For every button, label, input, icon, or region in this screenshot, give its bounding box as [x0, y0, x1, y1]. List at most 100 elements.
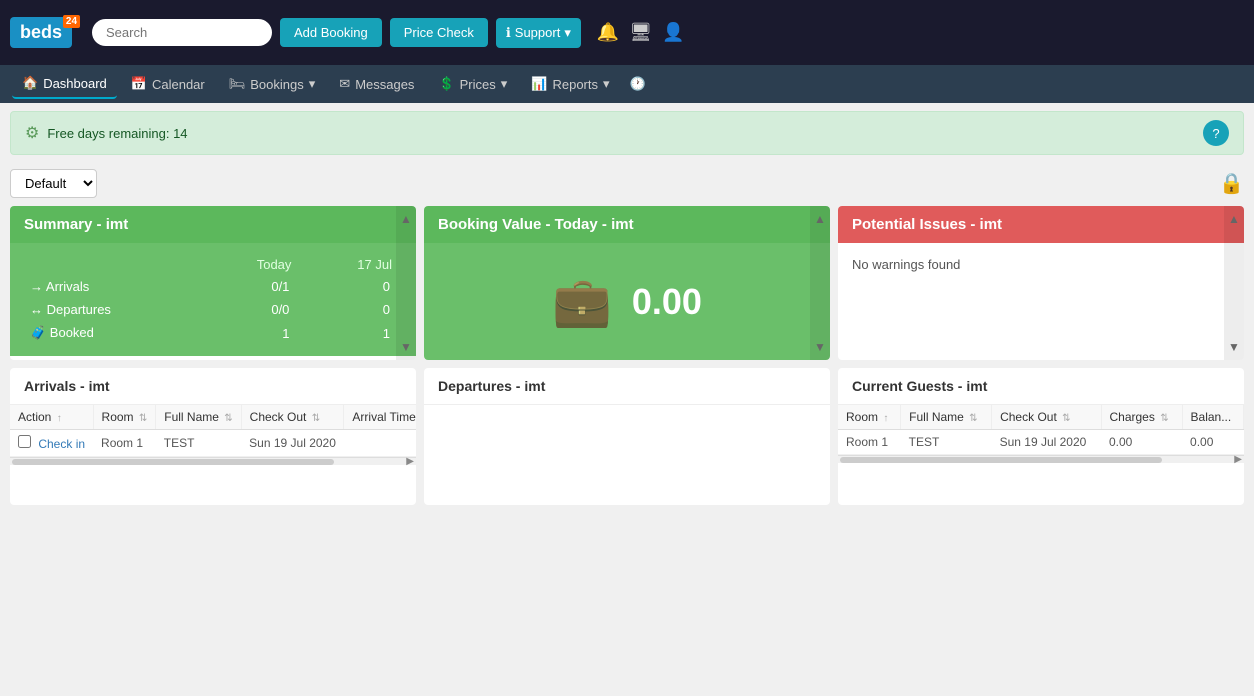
col-checkout: Check Out ⇅ — [992, 405, 1101, 430]
dashboard-select[interactable]: Default Custom — [10, 169, 97, 198]
table-header-row: Action ↑ Room ⇅ Full Name ⇅ Check Out ⇅ … — [10, 405, 416, 430]
dashboard-toolbar: Default Custom 🔒 — [10, 169, 1244, 198]
nav-calendar[interactable]: 📅 Calendar — [121, 70, 215, 98]
alert-text: Free days remaining: 14 — [47, 126, 187, 141]
booking-scroll-down[interactable]: ▼ — [814, 340, 826, 354]
monitor-icon[interactable]: 🖥 — [629, 22, 652, 43]
col-room: Room ⇅ — [93, 405, 156, 430]
current-guests-scrollbar-thumb — [840, 457, 1162, 463]
current-guests-table-container[interactable]: Room ↑ Full Name ⇅ Check Out ⇅ Charges ⇅… — [838, 405, 1244, 455]
departures-label: ↔ Departures — [26, 299, 199, 320]
table-row: 🧳 Booked 1 1 — [26, 322, 400, 344]
nav-prices[interactable]: 💲 Prices ▾ — [428, 70, 517, 98]
potential-issues-widget: Potential Issues - imt No warnings found… — [838, 206, 1244, 360]
col-balance: Balan... — [1182, 405, 1243, 430]
dashboard-grid-row2: Arrivals - imt Action ↑ Room ⇅ Full Name… — [10, 368, 1244, 505]
messages-icon: ✉ — [339, 76, 350, 92]
sort-icon: ⇅ — [224, 413, 232, 424]
sort-icon: ⇅ — [312, 413, 320, 424]
issues-scroll-down[interactable]: ▼ — [1228, 340, 1240, 354]
summary-scroll-up[interactable]: ▲ — [400, 212, 412, 226]
booking-scroll-up[interactable]: ▲ — [814, 212, 826, 226]
sort-icon: ↑ — [57, 413, 62, 424]
table-row: Check in Room 1 TEST Sun 19 Jul 2020 — [10, 430, 416, 457]
history-icon[interactable]: 🕐 — [630, 76, 646, 92]
col-arrivaltime: Arrival Time — [344, 405, 416, 430]
current-guests-scroll-right[interactable]: ▶ — [1234, 454, 1242, 465]
checkout-cell: Sun 19 Jul 2020 — [992, 430, 1101, 455]
departures-title: Departures - imt — [424, 368, 830, 405]
search-input[interactable] — [92, 19, 272, 46]
current-guests-title: Current Guests - imt — [838, 368, 1244, 405]
fullname-cell: TEST — [901, 430, 992, 455]
summary-scroll-down[interactable]: ▼ — [400, 340, 412, 354]
price-check-button[interactable]: Price Check — [390, 18, 488, 47]
col-action: Action ↑ — [10, 405, 93, 430]
dashboard-grid: Summary - imt Today 17 Jul → — [10, 206, 1244, 360]
summary-content: Today 17 Jul → Arrivals 0/1 0 — [10, 243, 416, 356]
user-icon[interactable]: 👤 — [662, 22, 684, 43]
support-button[interactable]: ℹ Support ▾ — [496, 18, 581, 48]
logo-text: beds — [20, 22, 62, 42]
booking-amount: 0.00 — [632, 281, 702, 323]
current-guests-scrollbar[interactable]: ▶ — [838, 455, 1244, 463]
logo[interactable]: beds 24 — [10, 17, 72, 48]
nav-reports[interactable]: 📊 Reports ▾ — [521, 70, 619, 98]
booking-value-header: Booking Value - Today - imt — [424, 206, 830, 243]
arrivals-scrollbar-thumb — [12, 459, 334, 465]
arrivaltime-cell — [344, 430, 416, 457]
arrivals-date: 0 — [301, 276, 400, 297]
prices-icon: 💲 — [438, 76, 454, 92]
departures-today: 0/0 — [201, 299, 300, 320]
balance-cell: 0.00 — [1182, 430, 1243, 455]
arrivals-icon: → — [30, 279, 43, 294]
arrivals-scroll-right[interactable]: ▶ — [406, 456, 414, 467]
departures-date: 0 — [301, 299, 400, 320]
nav-messages[interactable]: ✉ Messages — [329, 70, 424, 98]
booking-value-content: 💼 0.00 — [424, 243, 830, 360]
col-fullname: Full Name ⇅ — [156, 405, 241, 430]
summary-col-label — [26, 255, 199, 274]
chevron-down-icon-reports: ▾ — [603, 76, 610, 92]
sort-icon: ↑ — [883, 413, 888, 424]
summary-title: Summary - imt — [24, 216, 128, 233]
lock-icon[interactable]: 🔒 — [1219, 171, 1244, 196]
chevron-down-icon: ▾ — [564, 25, 571, 41]
arrivals-label: → Arrivals — [26, 276, 199, 297]
nav-dashboard[interactable]: 🏠 Dashboard — [12, 69, 117, 99]
nav-bookings[interactable]: 🛏 Bookings ▾ — [219, 70, 326, 98]
arrivals-table: Action ↑ Room ⇅ Full Name ⇅ Check Out ⇅ … — [10, 405, 416, 457]
arrivals-scrollbar[interactable]: ▶ — [10, 457, 416, 465]
add-booking-button[interactable]: Add Booking — [280, 18, 382, 47]
check-in-link[interactable]: Check in — [38, 437, 85, 451]
table-row: Room 1 TEST Sun 19 Jul 2020 0.00 0.00 — [838, 430, 1244, 455]
help-button[interactable]: ? — [1203, 120, 1229, 146]
settings-icon[interactable]: ⚙ — [25, 123, 39, 143]
summary-col-today: Today — [201, 255, 300, 274]
reports-icon: 📊 — [531, 76, 547, 92]
booked-date: 1 — [301, 322, 400, 344]
issues-scroll-up[interactable]: ▲ — [1228, 212, 1240, 226]
checkout-cell: Sun 19 Jul 2020 — [241, 430, 344, 457]
briefcase-icon: 💼 — [552, 273, 612, 330]
room-cell: Room 1 — [838, 430, 901, 455]
room-cell: Room 1 — [93, 430, 156, 457]
arrivals-title: Arrivals - imt — [10, 368, 416, 405]
checkin-checkbox[interactable] — [18, 435, 31, 448]
summary-header: Summary - imt — [10, 206, 416, 243]
sort-icon: ⇅ — [1160, 413, 1168, 424]
nav-icons: 🔔 🖥 👤 — [597, 22, 685, 43]
dashboard-icon: 🏠 — [22, 75, 38, 91]
sort-icon: ⇅ — [1062, 413, 1070, 424]
departures-table-container[interactable] — [424, 405, 830, 505]
charges-cell: 0.00 — [1101, 430, 1182, 455]
current-guests-widget: Current Guests - imt Room ↑ Full Name ⇅ … — [838, 368, 1244, 505]
arrivals-widget: Arrivals - imt Action ↑ Room ⇅ Full Name… — [10, 368, 416, 505]
col-fullname: Full Name ⇅ — [901, 405, 992, 430]
booking-value-title: Booking Value - Today - imt — [438, 216, 634, 233]
bell-icon[interactable]: 🔔 — [597, 22, 619, 43]
top-navbar: beds 24 Add Booking Price Check ℹ Suppor… — [0, 0, 1254, 65]
arrivals-table-container[interactable]: Action ↑ Room ⇅ Full Name ⇅ Check Out ⇅ … — [10, 405, 416, 457]
summary-col-date: 17 Jul — [301, 255, 400, 274]
booked-label: 🧳 Booked — [26, 322, 199, 344]
